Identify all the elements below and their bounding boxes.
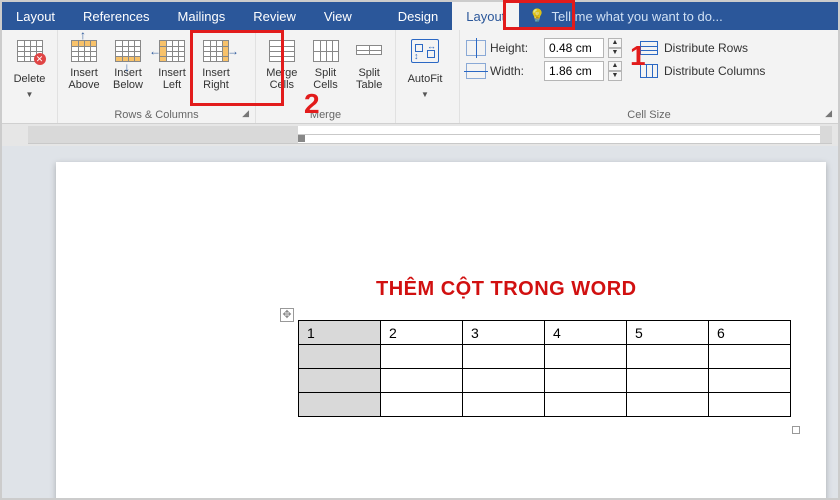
distribute-columns-icon (640, 64, 658, 78)
row-height-icon (466, 40, 486, 56)
chevron-down-icon: ▼ (421, 90, 429, 99)
tell-me-search[interactable]: 💡 Tell me what you want to do... (519, 2, 838, 30)
horizontal-ruler[interactable] (28, 126, 832, 144)
table-cell[interactable]: 5 (627, 321, 709, 345)
tab-references[interactable]: References (69, 2, 163, 30)
table-row: 1 2 3 4 5 6 (299, 321, 791, 345)
document-area: THÊM CỘT TRONG WORD ✥ 1 2 3 4 5 6 (2, 146, 838, 498)
table-row (299, 393, 791, 417)
document-heading[interactable]: THÊM CỘT TRONG WORD (376, 278, 637, 301)
distribute-columns-button[interactable]: Distribute Columns (640, 61, 765, 81)
table-move-handle[interactable]: ✥ (280, 308, 294, 322)
table-cell[interactable]: 1 (299, 321, 381, 345)
tab-page-layout[interactable]: Layout (2, 2, 69, 30)
distribute-rows-icon (640, 41, 658, 55)
tab-view[interactable]: View (310, 2, 366, 30)
insert-right-button[interactable]: → Insert Right (196, 34, 236, 94)
merge-cells-button[interactable]: Merge Cells (262, 34, 302, 94)
tab-table-design[interactable]: Design (384, 2, 452, 30)
document-table[interactable]: 1 2 3 4 5 6 (298, 320, 791, 417)
tab-review[interactable]: Review (239, 2, 310, 30)
width-input[interactable] (544, 61, 604, 81)
distribute-rows-button[interactable]: Distribute Rows (640, 38, 765, 58)
ribbon: ✕ Delete ▼ ↑ Insert Above ↓ Insert Below… (2, 30, 838, 124)
table-cell[interactable]: 4 (545, 321, 627, 345)
table-cell[interactable]: 2 (381, 321, 463, 345)
group-merge: Merge Cells Split Cells Split Table Merg… (256, 30, 396, 123)
width-field-row: Width: ▲▼ (466, 61, 622, 81)
tab-mailings[interactable]: Mailings (164, 2, 240, 30)
page[interactable]: THÊM CỘT TRONG WORD ✥ 1 2 3 4 5 6 (56, 162, 826, 498)
insert-below-button[interactable]: ↓ Insert Below (108, 34, 148, 94)
table-row (299, 369, 791, 393)
insert-left-button[interactable]: ← Insert Left (152, 34, 192, 94)
table-cell[interactable]: 3 (463, 321, 545, 345)
height-input[interactable] (544, 38, 604, 58)
group-rows-columns: ↑ Insert Above ↓ Insert Below ← Insert L… (58, 30, 256, 123)
ribbon-tabs: Layout References Mailings Review View D… (2, 2, 838, 30)
autofit-button[interactable]: ↕↔ AutoFit ▼ (402, 34, 448, 101)
group-delete: ✕ Delete ▼ (2, 30, 58, 123)
table-row (299, 345, 791, 369)
dialog-launcher-icon[interactable]: ◢ (242, 108, 249, 119)
table-resize-handle[interactable] (792, 426, 800, 434)
insert-above-button[interactable]: ↑ Insert Above (64, 34, 104, 94)
height-field-row: Height: ▲▼ (466, 38, 622, 58)
group-autofit: ↕↔ AutoFit ▼ (396, 30, 460, 123)
group-cell-size: Height: ▲▼ Width: ▲▼ Distribute Rows (460, 30, 838, 123)
dialog-launcher-icon[interactable]: ◢ (825, 108, 832, 119)
tab-table-layout[interactable]: Layout (452, 2, 519, 30)
table-cell[interactable]: 6 (709, 321, 791, 345)
split-cells-button[interactable]: Split Cells (306, 34, 346, 94)
height-spinner[interactable]: ▲▼ (608, 38, 622, 58)
delete-button[interactable]: ✕ Delete ▼ (8, 34, 51, 101)
split-table-button[interactable]: Split Table (349, 34, 389, 94)
chevron-down-icon: ▼ (26, 90, 34, 99)
lightbulb-icon: 💡 (529, 8, 545, 24)
word-window: Layout References Mailings Review View D… (2, 2, 838, 498)
width-spinner[interactable]: ▲▼ (608, 61, 622, 81)
tell-me-placeholder: Tell me what you want to do... (552, 9, 723, 24)
col-width-icon (466, 63, 486, 79)
